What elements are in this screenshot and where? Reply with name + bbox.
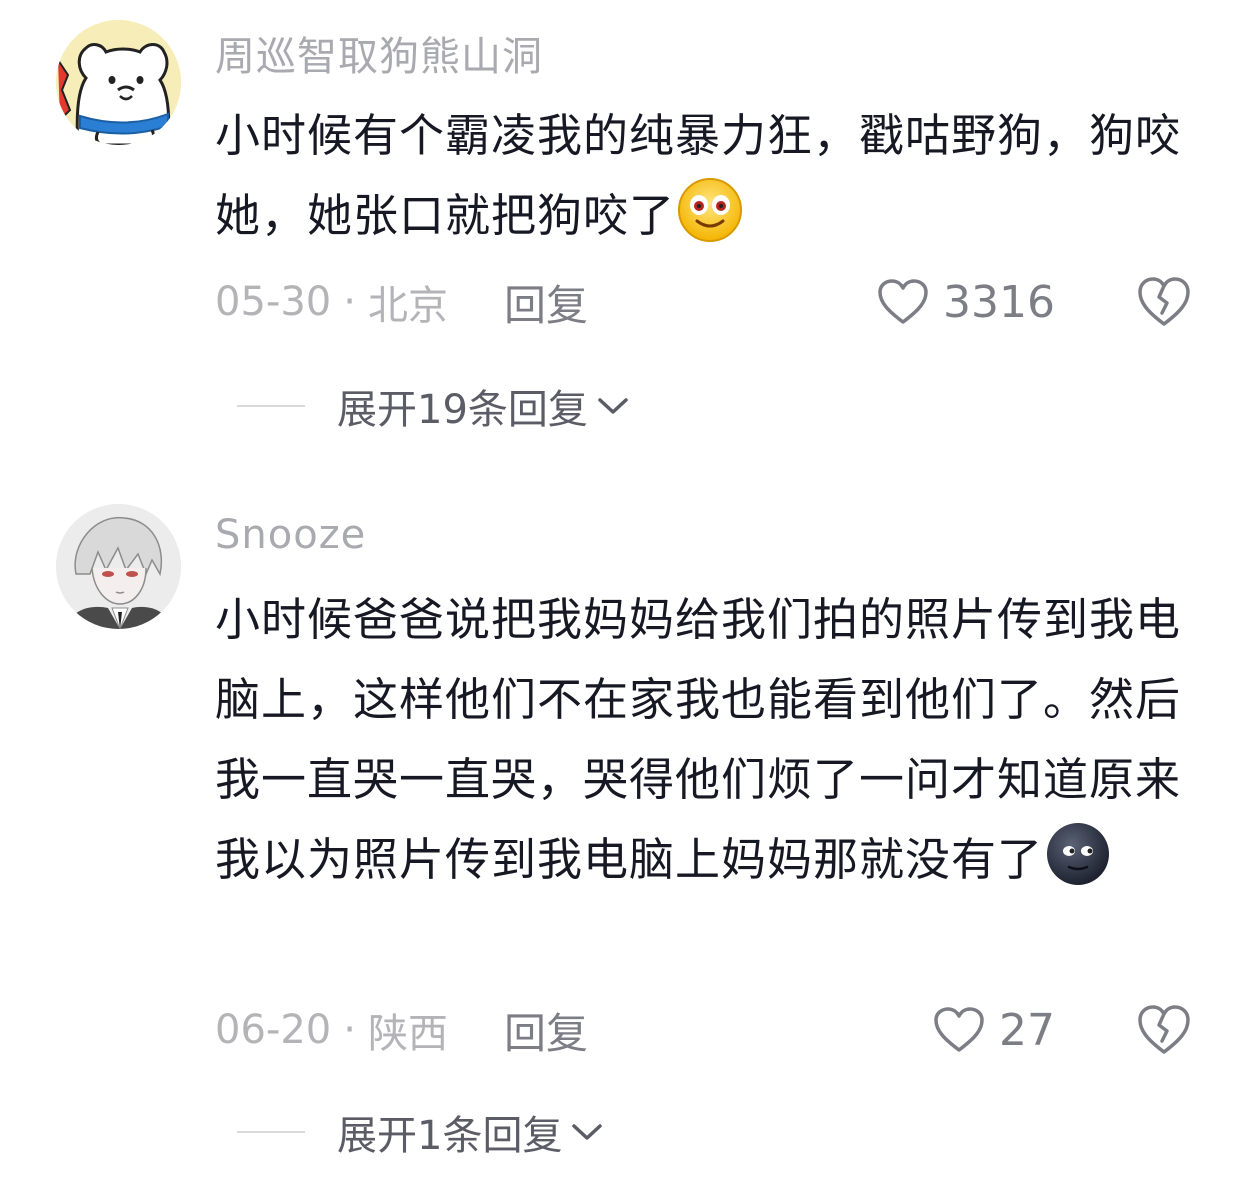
chevron-down-icon bbox=[572, 1124, 603, 1140]
username[interactable]: Snooze bbox=[215, 512, 366, 558]
comment-text: 小时候有个霸凌我的纯暴力狂，戳咕野狗，狗咬她，她张口就把狗咬了 bbox=[215, 96, 1205, 256]
divider-line bbox=[237, 405, 305, 407]
broken-heart-icon[interactable] bbox=[1134, 1000, 1194, 1060]
meta-separator: · bbox=[343, 279, 356, 325]
like-button[interactable]: 27 bbox=[933, 1000, 1055, 1060]
heart-outline-icon bbox=[878, 279, 928, 324]
comment-location: 北京 bbox=[367, 283, 448, 329]
like-button[interactable]: 3316 bbox=[877, 272, 1055, 332]
new-moon-face-emoji-icon bbox=[1045, 821, 1111, 887]
smiling-face-emoji-icon bbox=[677, 177, 743, 243]
comment-text-content: 小时候爸爸说把我妈妈给我们拍的照片传到我电脑上，这样他们不在家我也能看到他们了。… bbox=[215, 593, 1182, 886]
reply-button[interactable]: 回复 bbox=[504, 272, 588, 333]
comment-list: 周巡智取狗熊山洞 小时候有个霸凌我的纯暴力狂，戳咕野狗，狗咬她，她张口就把狗咬了 bbox=[0, 0, 1260, 1180]
reply-button[interactable]: 回复 bbox=[504, 1000, 588, 1061]
comment-meta: 05-30 · 北京 回复 bbox=[215, 272, 588, 332]
expand-replies-button[interactable]: 展开19条回复 bbox=[237, 376, 630, 436]
like-count: 27 bbox=[999, 1004, 1055, 1056]
divider-line bbox=[237, 1131, 305, 1133]
comment-location: 陕西 bbox=[367, 1011, 448, 1057]
expand-replies-label: 展开19条回复 bbox=[337, 387, 588, 433]
polar-bear-avatar-icon[interactable] bbox=[56, 20, 181, 145]
heart-outline-icon bbox=[934, 1007, 984, 1052]
chevron-down-icon bbox=[598, 398, 628, 414]
username[interactable]: 周巡智取狗熊山洞 bbox=[215, 24, 543, 82]
comment-text: 小时候爸爸说把我妈妈给我们拍的照片传到我电脑上，这样他们不在家我也能看到他们了。… bbox=[215, 580, 1205, 900]
expand-replies-label: 展开1条回复 bbox=[337, 1113, 563, 1159]
broken-heart-icon[interactable] bbox=[1134, 272, 1194, 332]
expand-replies-button[interactable]: 展开1条回复 bbox=[237, 1102, 604, 1162]
like-count: 3316 bbox=[943, 276, 1055, 328]
comment-date: 05-30 bbox=[215, 279, 332, 325]
meta-separator: · bbox=[343, 1007, 356, 1053]
anime-character-avatar-icon[interactable] bbox=[56, 504, 181, 629]
comment-date: 06-20 bbox=[215, 1007, 332, 1053]
comment-meta: 06-20 · 陕西 回复 bbox=[215, 1000, 588, 1060]
